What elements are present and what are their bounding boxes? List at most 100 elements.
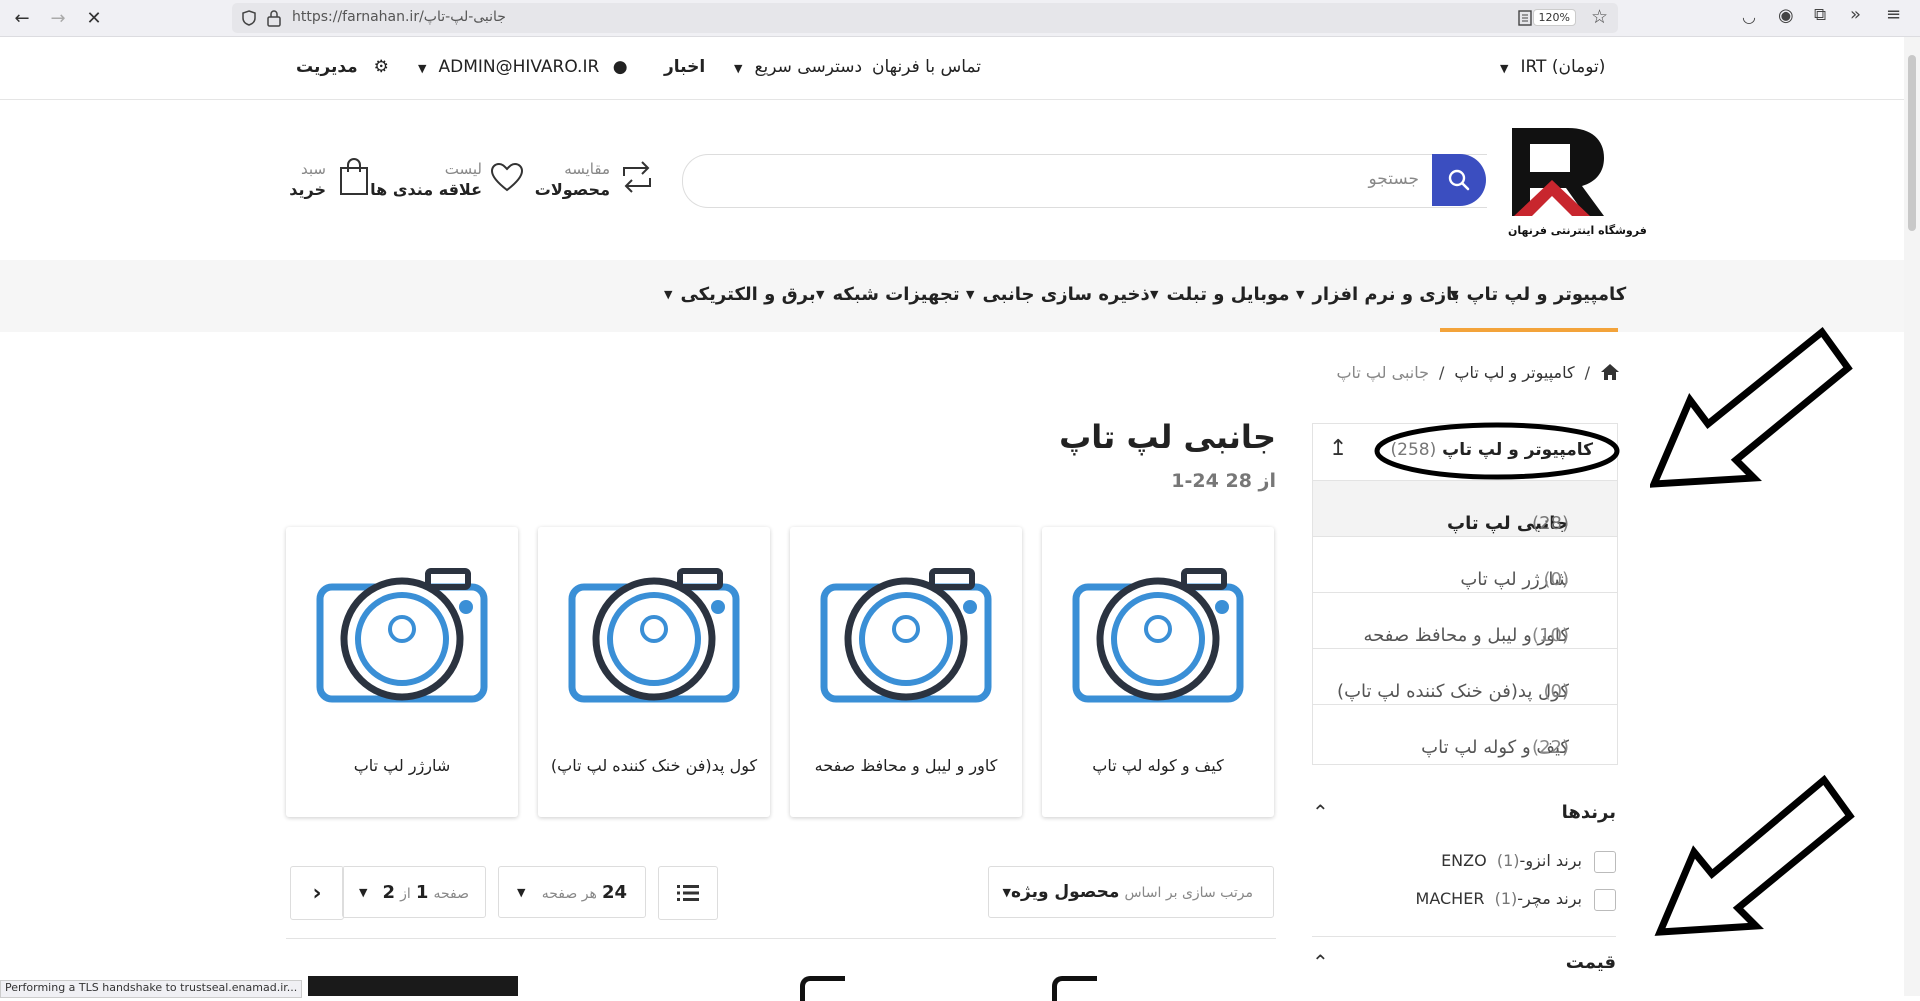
currency-selector[interactable]: ▼ IRT (تومان)	[1500, 57, 1605, 77]
compare-products-button[interactable]: مقایسه محصولات	[535, 158, 654, 202]
scrollbar-thumb[interactable]	[1908, 55, 1916, 231]
list-view-button[interactable]	[658, 866, 718, 920]
product-title[interactable]: کیف و کوله لپ تاپ	[1052, 755, 1264, 777]
category-item-laptop-charger[interactable]: شارژر لپ تاپ (0)	[1313, 536, 1617, 593]
home-icon[interactable]	[1600, 363, 1620, 381]
zoom-level[interactable]: 120%	[1532, 9, 1576, 26]
chevron-right-icon: ›	[312, 880, 322, 906]
camera-placeholder-icon	[568, 568, 740, 703]
forward-icon[interactable]: →	[46, 6, 70, 30]
breadcrumb-current: جانبی لپ تاپ	[1336, 362, 1429, 382]
search-icon	[1448, 169, 1470, 191]
product-title[interactable]: کاور و لیبل و محافظ صفحه	[800, 755, 1012, 777]
browser-toolbar: ← → ✕ https://farnahan.ir/جانبی-لپ-تاپ 1…	[0, 0, 1920, 37]
search-input[interactable]: جستجو	[682, 154, 1487, 208]
account-icon[interactable]: ◉	[1778, 5, 1794, 26]
nav-item-storage[interactable]: ▼ ذخیره سازی جانبی	[966, 284, 1150, 305]
overflow-icon[interactable]: »	[1850, 4, 1861, 25]
menu-icon[interactable]: ≡	[1886, 4, 1901, 25]
user-account-menu[interactable]: ▼ ADMIN@HIVARO.IR ●	[418, 57, 628, 77]
category-item-cover-label[interactable]: کاور و لیبل و محافظ صفحه (10)	[1313, 592, 1617, 649]
brand-option-macher[interactable]: برند مچر-MACHER (1)	[1312, 886, 1616, 914]
chevron-down-icon: ▼	[1296, 288, 1305, 301]
breadcrumb-separator: /	[1438, 362, 1445, 382]
search-button[interactable]	[1432, 154, 1486, 206]
sort-label: مرتب سازی بر اساس	[1124, 885, 1253, 901]
page-title: جانبی لپ تاپ	[1059, 418, 1276, 456]
nav-item-mobile-tablet[interactable]: ▼ موبایل و تبلت	[1150, 284, 1289, 305]
brand-count: (1)	[1496, 851, 1520, 870]
sort-value: محصول ویژه	[1010, 882, 1120, 902]
chevron-down-icon: ▼	[1500, 62, 1509, 75]
page-scrollbar[interactable]	[1904, 37, 1920, 996]
sort-select[interactable]: مرتب سازی بر اساس محصول ویژه ▼	[988, 866, 1274, 918]
page-of: از	[400, 885, 411, 902]
pocket-icon[interactable]: ◡	[1742, 7, 1756, 26]
brand-checkbox[interactable]	[1594, 889, 1616, 911]
per-page-label: هر صفحه	[541, 885, 597, 902]
brand-checkbox[interactable]	[1594, 851, 1616, 873]
breadcrumb-parent[interactable]: کامپیوتر و لپ تاپ	[1454, 363, 1574, 382]
shield-icon[interactable]	[240, 9, 258, 27]
up-arrow-icon[interactable]: ↥	[1329, 436, 1347, 461]
category-item-laptop-bag[interactable]: کیف و کوله لپ تاپ (22)	[1313, 704, 1617, 761]
highlight-ellipse	[1374, 422, 1620, 480]
url-bar[interactable]: https://farnahan.ir/جانبی-لپ-تاپ 120% ☆	[232, 3, 1618, 33]
product-card[interactable]: شارژر لپ تاپ	[286, 527, 518, 817]
site-logo[interactable]: فروشگاه اینترنتی فرنهان	[1508, 124, 1647, 237]
gear-icon: ⚙	[373, 57, 389, 77]
admin-link[interactable]: مدیریت ⚙	[296, 57, 389, 77]
brand-option-enzo[interactable]: برند انزو-ENZO (1)	[1312, 848, 1616, 876]
next-page-button[interactable]: ›	[290, 866, 344, 920]
compare-arrows-icon	[623, 161, 651, 193]
browser-status-text: Performing a TLS handshake to trustseal.…	[0, 980, 303, 998]
user-circle-icon: ●	[612, 57, 628, 77]
nav-item-network[interactable]: ▼ تجهیزات شبکه	[816, 284, 960, 305]
extensions-icon[interactable]: ⧉	[1814, 5, 1826, 25]
lock-icon[interactable]	[266, 9, 282, 27]
search-placeholder: جستجو	[1368, 169, 1419, 189]
product-card[interactable]: کاور و لیبل و محافظ صفحه	[790, 527, 1022, 817]
product-title[interactable]: شارژر لپ تاپ	[296, 755, 508, 777]
cart-button[interactable]: سبد خرید	[289, 158, 370, 202]
wishlist-label-big: علاقه مندی ها	[370, 180, 482, 199]
page-select[interactable]: صفحه 1 از 2 ▼	[342, 866, 486, 918]
price-title: قیمت	[1565, 952, 1616, 973]
chevron-down-icon: ▼	[1150, 288, 1159, 301]
category-item-cool-pad[interactable]: کول پد(فن خنک کننده لپ تاپ) (0)	[1313, 648, 1617, 705]
product-title[interactable]: کول پد(فن خنک کننده لپ تاپ)	[548, 755, 760, 777]
news-link[interactable]: اخبار	[664, 57, 705, 77]
shopping-bag-icon	[340, 158, 368, 195]
url-text: https://farnahan.ir/جانبی-لپ-تاپ	[292, 9, 506, 25]
page-value: 1	[415, 881, 429, 903]
logo-partial	[800, 976, 845, 1001]
contact-link[interactable]: تماس با فرنهان	[872, 57, 981, 77]
chevron-down-icon: ▼	[816, 288, 825, 301]
per-page-select[interactable]: 24 هر صفحه ▼	[498, 866, 646, 918]
category-item-laptop-accessories[interactable]: جانبی لپ تاپ (28)	[1313, 480, 1617, 537]
compare-label-big: محصولات	[534, 180, 610, 199]
brand-count: (1)	[1494, 889, 1518, 908]
list-view-icon	[677, 885, 699, 901]
quick-access-menu[interactable]: ▼ دسترسی سریع	[734, 57, 862, 77]
cart-label-big: خرید	[289, 180, 326, 199]
stop-icon[interactable]: ✕	[82, 6, 106, 30]
chevron-down-icon: ▼	[1002, 885, 1011, 899]
product-card[interactable]: کول پد(فن خنک کننده لپ تاپ)	[538, 527, 770, 817]
brands-filter-header[interactable]: برندها ⌃	[1312, 800, 1616, 830]
back-icon[interactable]: ←	[10, 6, 34, 30]
compare-label-small: مقایسه	[564, 160, 610, 178]
nav-item-games-software[interactable]: ▼ بازی و نرم افزار	[1296, 284, 1460, 305]
nav-item-electrical[interactable]: ▼ برق و الکتریکی	[664, 284, 816, 305]
bookmark-star-icon[interactable]: ☆	[1591, 6, 1608, 28]
reader-view-icon[interactable]	[1518, 10, 1532, 26]
wishlist-button[interactable]: لیست علاقه مندی ها	[370, 158, 524, 202]
chevron-down-icon: ▼	[734, 62, 743, 75]
brands-title: برندها	[1561, 802, 1616, 823]
content-divider	[286, 938, 1276, 939]
camera-placeholder-icon	[1072, 568, 1244, 703]
price-filter-header[interactable]: قیمت ⌃	[1312, 950, 1616, 980]
page-total: 2	[382, 881, 396, 903]
product-card[interactable]: کیف و کوله لپ تاپ	[1042, 527, 1274, 817]
nav-item-computer-laptop[interactable]: ▼ کامپیوتر و لپ تاپ	[1450, 284, 1626, 305]
